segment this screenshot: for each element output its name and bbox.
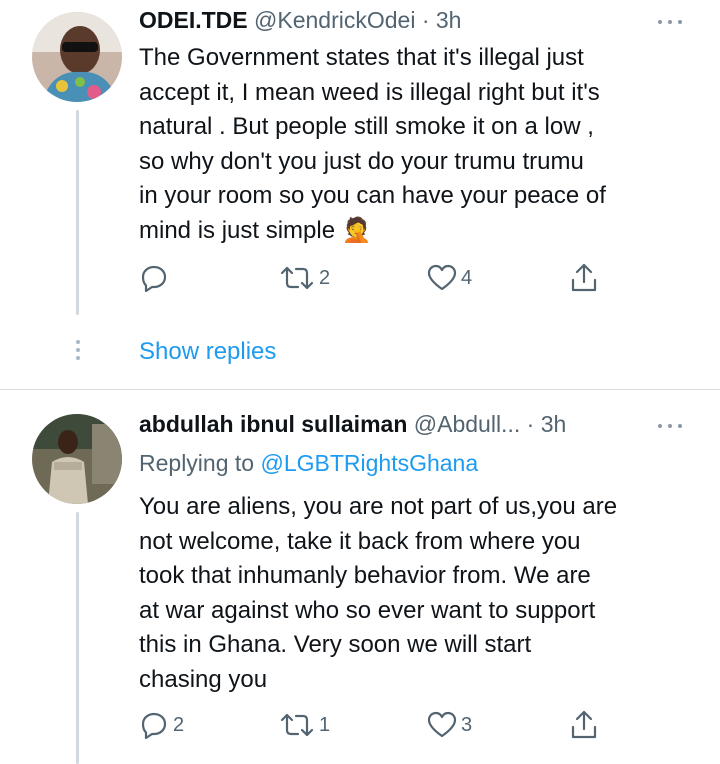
avatar[interactable] — [32, 414, 122, 504]
retweet-button[interactable]: 1 — [278, 710, 330, 740]
avatar-photo — [32, 414, 122, 504]
like-button[interactable]: 3 — [426, 710, 472, 740]
retweet-button[interactable]: 2 — [278, 263, 330, 293]
retweet-count: 2 — [319, 266, 331, 289]
tweet-abdullah[interactable]: abdullah ibnul sullaiman @Abdull... · 3h… — [0, 390, 720, 764]
text-line: so why don't you just do your trumu trum… — [139, 147, 584, 175]
timestamp[interactable]: 3h — [436, 7, 462, 33]
tweet-text: You are aliens, you are not part of us,y… — [139, 490, 694, 697]
reply-button[interactable] — [138, 263, 173, 293]
reply-icon — [141, 265, 167, 293]
retweet-icon — [280, 266, 314, 290]
facepalm-emoji: 🤦 — [341, 216, 372, 244]
text-line: in your room so you can have your peace … — [139, 182, 606, 209]
reply-button[interactable]: 2 — [138, 710, 184, 740]
heart-icon — [427, 264, 457, 291]
text-line: You are aliens, you are not part of us,y… — [139, 493, 618, 520]
show-replies-link[interactable]: Show replies — [139, 336, 276, 368]
tweet-header: ODEI.TDE @KendrickOdei · 3h — [139, 4, 461, 36]
more-horizontal-icon[interactable] — [656, 422, 684, 430]
tweet-text: The Government states that it's illegal … — [139, 41, 694, 248]
replying-to-label: Replying to — [139, 450, 255, 476]
replying-to: Replying to @LGBTRightsGhana — [139, 447, 478, 479]
like-button[interactable]: 4 — [426, 263, 472, 293]
share-icon — [571, 263, 597, 292]
user-handle[interactable]: @KendrickOdei — [254, 7, 415, 33]
text-line-content: mind is just simple — [139, 216, 336, 244]
display-name[interactable]: ODEI.TDE — [139, 7, 248, 33]
text-line: mind is just simple 🤦 — [139, 214, 694, 249]
share-icon — [571, 710, 597, 739]
display-name[interactable]: abdullah ibnul sullaiman — [139, 411, 407, 437]
avatar-photo — [32, 12, 122, 102]
tweet-header: abdullah ibnul sullaiman @Abdull... · 3h — [139, 408, 566, 440]
share-button[interactable] — [568, 710, 600, 740]
reply-count: 2 — [173, 713, 185, 736]
reply-icon — [141, 712, 167, 740]
text-line: chasing you — [139, 665, 268, 693]
text-line: accept it, I mean weed is illegal right … — [139, 78, 600, 106]
retweet-count: 1 — [319, 713, 331, 736]
text-line: took that inhumanly behavior from. We ar… — [139, 562, 591, 589]
separator-dot: · — [526, 411, 535, 437]
tweet-odei[interactable]: ODEI.TDE @KendrickOdei · 3h The Governme… — [0, 0, 720, 389]
like-count: 3 — [461, 713, 473, 736]
user-handle[interactable]: @Abdull... — [414, 411, 520, 437]
share-button[interactable] — [568, 263, 600, 293]
more-horizontal-icon[interactable] — [656, 18, 684, 26]
text-line: at war against who so ever want to suppo… — [139, 596, 596, 624]
text-line: The Government states that it's illegal … — [139, 44, 584, 71]
text-line: natural . But people still smoke it on a… — [139, 113, 594, 140]
text-line: not welcome, take it back from where you — [139, 527, 581, 555]
like-count: 4 — [461, 266, 473, 289]
thread-line — [76, 110, 79, 315]
avatar[interactable] — [32, 12, 122, 102]
separator-dot: · — [421, 7, 430, 33]
text-line: this in Ghana. Very soon we will start — [139, 631, 532, 658]
retweet-icon — [280, 713, 314, 737]
mention-link[interactable]: @LGBTRightsGhana — [260, 450, 478, 476]
heart-icon — [427, 711, 457, 738]
thread-line — [76, 512, 79, 764]
thread-continuation-dots — [75, 340, 81, 362]
timestamp[interactable]: 3h — [541, 411, 567, 437]
